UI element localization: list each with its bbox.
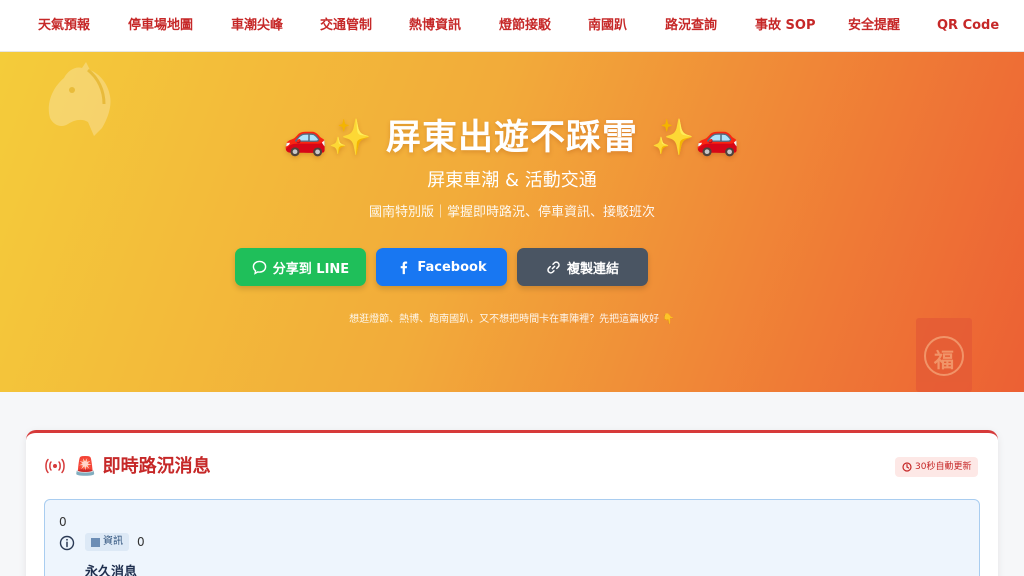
- link-icon: [547, 260, 560, 274]
- message-count: 0: [59, 515, 67, 529]
- nav-weather[interactable]: 天氣預報: [38, 17, 90, 35]
- nav-expo-info[interactable]: 熱博資訊: [409, 17, 461, 35]
- info-badge-label: 資訊: [103, 536, 123, 547]
- message-box: 0 資訊 0 永久消息: [44, 499, 980, 576]
- hero-title: 🚗✨ 屏東出遊不踩雷 ✨🚗: [283, 118, 741, 158]
- auto-refresh-label: 30秒自動更新: [915, 462, 972, 472]
- copy-link-label: 複製連結: [566, 261, 619, 277]
- live-traffic-title: 🚨 即時路況消息: [74, 456, 211, 477]
- share-facebook-button[interactable]: Facebook: [376, 248, 507, 286]
- info-icon: [59, 535, 75, 551]
- nav-road-status[interactable]: 路況查詢: [665, 17, 717, 35]
- message-title: 永久消息: [85, 565, 138, 576]
- top-nav: 天氣預報 停車場地圖 車潮尖峰 交通管制 熱博資訊 燈節接駁 南國趴 路況查詢 …: [0, 0, 1024, 52]
- share-line-button[interactable]: 分享到 LINE: [235, 248, 366, 286]
- fortune-decoration: 福: [916, 318, 972, 392]
- live-traffic-card: 🚨 即時路況消息 30秒自動更新 0 資訊 0 永久消息: [26, 430, 998, 576]
- nav-safety-tips[interactable]: 安全提醒: [848, 17, 900, 35]
- clock-icon: [902, 462, 912, 472]
- nav-south-party[interactable]: 南國趴: [588, 17, 627, 35]
- fortune-char: 福: [934, 348, 954, 372]
- nav-lantern-shuttle[interactable]: 燈節接駁: [499, 17, 551, 35]
- chat-bubble-icon: [252, 260, 267, 275]
- auto-refresh-badge: 30秒自動更新: [895, 457, 979, 477]
- hero-note: 想逛燈節、熱博、跑南國趴，又不想把時間卡在車陣裡？先把這篇收好 👇: [349, 314, 675, 325]
- hero-subtitle: 屏東車潮 & 活動交通: [427, 170, 597, 191]
- nav-traffic-control[interactable]: 交通管制: [320, 17, 372, 35]
- hero-banner: 福 🚗✨ 屏東出遊不踩雷 ✨🚗 屏東車潮 & 活動交通 國南特別版｜掌握即時路況…: [0, 52, 1024, 392]
- hero-tagline: 國南特別版｜掌握即時路況、停車資訊、接駁班次: [368, 205, 655, 220]
- nav-qr-code[interactable]: QR Code: [937, 17, 999, 35]
- info-count: 0: [137, 535, 145, 549]
- copy-link-button[interactable]: 複製連結: [517, 248, 648, 286]
- info-badge: 資訊: [85, 533, 129, 551]
- nav-accident-sop[interactable]: 事故 SOP: [755, 17, 815, 35]
- broadcast-icon: [45, 458, 65, 474]
- info-square-icon: [91, 537, 100, 547]
- nav-parking-map[interactable]: 停車場地圖: [128, 17, 193, 35]
- nav-traffic-peak[interactable]: 車潮尖峰: [231, 17, 283, 35]
- share-line-label: 分享到 LINE: [272, 261, 350, 277]
- facebook-icon: [401, 261, 408, 274]
- share-facebook-label: Facebook: [417, 259, 487, 275]
